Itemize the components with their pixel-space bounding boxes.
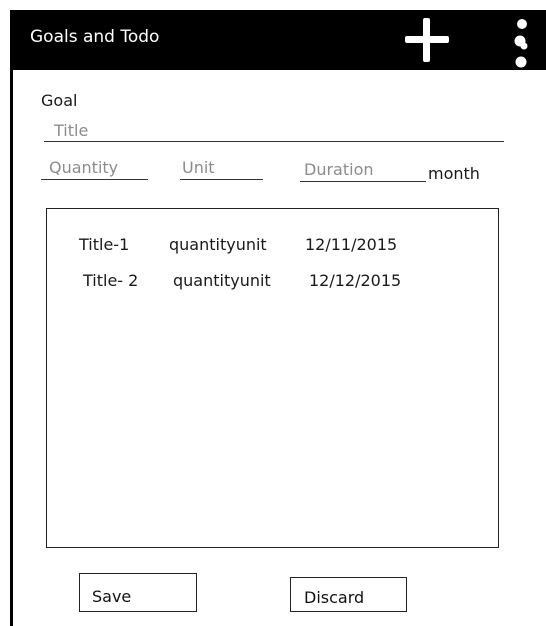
goal-label: Goal: [41, 91, 78, 110]
add-goal-button[interactable]: [403, 16, 451, 64]
goals-list[interactable]: Title-1 quantityunit 12/11/2015 Title- 2…: [46, 208, 499, 548]
unit-field[interactable]: [180, 156, 263, 180]
list-item-quantity-unit: quantityunit: [169, 235, 267, 254]
duration-field[interactable]: [300, 158, 426, 182]
list-item-date: 12/12/2015: [309, 271, 402, 290]
more-vertical-icon: [514, 19, 528, 68]
app-bar: Goals and Todo: [10, 10, 546, 70]
quantity-field[interactable]: [41, 156, 148, 180]
list-item-title: Title- 2: [83, 271, 139, 290]
overflow-menu-button[interactable]: [510, 16, 534, 70]
app-title: Goals and Todo: [30, 27, 160, 47]
list-item-quantity-unit: quantityunit: [173, 271, 271, 290]
discard-button[interactable]: Discard: [290, 577, 407, 612]
list-item-title: Title-1: [79, 235, 130, 254]
save-button[interactable]: Save: [79, 573, 197, 612]
title-field[interactable]: [44, 120, 504, 142]
list-item-date: 12/11/2015: [305, 235, 398, 254]
duration-unit-label: month: [428, 164, 480, 183]
